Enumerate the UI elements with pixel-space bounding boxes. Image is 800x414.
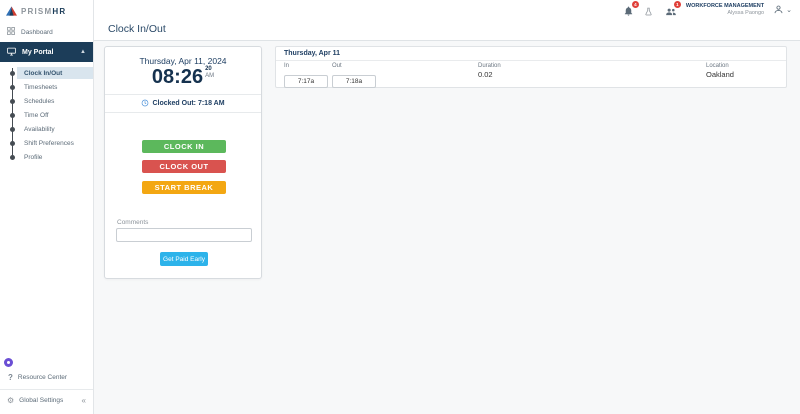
gear-icon: ⚙	[7, 396, 14, 405]
logo-text: PRISMHR	[21, 7, 66, 16]
user-menu-button[interactable]: ⌄	[773, 4, 792, 15]
question-mark-icon: ?	[8, 373, 13, 382]
global-settings-button[interactable]: ⚙ Global Settings «	[0, 390, 93, 410]
sidebar-item-my-portal[interactable]: My Portal ▲	[0, 42, 93, 62]
people-icon-button[interactable]: 1	[665, 4, 677, 16]
time-seconds: 20	[205, 66, 214, 73]
comments-input[interactable]	[116, 228, 252, 242]
app-window: PRISMHR Dashboard My Portal ▲ Clock In/O…	[0, 0, 800, 414]
tree-dot	[10, 113, 15, 118]
sidebar-item-time-off[interactable]: Time Off	[0, 108, 93, 122]
page-title: Clock In/Out	[108, 23, 166, 35]
monitor-icon	[7, 47, 16, 58]
duration-value: 0.02	[478, 70, 501, 79]
clock-status-text: Clocked Out: 7:18 AM	[152, 100, 224, 107]
resource-center-button[interactable]: ? Resource Center	[0, 370, 93, 384]
timesheet-panel: Thursday, Apr 11 In Out Duration 0.02 Lo…	[275, 46, 787, 88]
sidebar-item-availability[interactable]: Availability	[0, 122, 93, 136]
sidebar: PRISMHR Dashboard My Portal ▲ Clock In/O…	[0, 0, 94, 414]
in-time-input[interactable]	[284, 75, 328, 88]
sidebar-item-schedules[interactable]: Schedules	[0, 94, 93, 108]
prism-pyramid-icon	[6, 3, 17, 21]
timesheet-date-header: Thursday, Apr 11	[276, 47, 786, 61]
global-settings-label: Global Settings	[19, 397, 63, 404]
divider	[105, 94, 261, 95]
clock-out-button[interactable]: CLOCK OUT	[142, 160, 226, 173]
user-name: Alyssa Paongo	[686, 10, 764, 17]
sidebar-item-label: My Portal	[22, 49, 54, 56]
resource-center-label: Resource Center	[18, 374, 67, 381]
beacon-badge[interactable]	[4, 358, 13, 367]
clock-in-button[interactable]: CLOCK IN	[142, 140, 226, 153]
chevron-up-icon: ▲	[80, 49, 86, 55]
grid-icon	[7, 27, 15, 37]
start-break-button[interactable]: START BREAK	[142, 181, 226, 194]
location-value: Oakland	[706, 70, 734, 79]
header: 4 1 WORKFORCE MANAGEMENT Alyssa Paongo ⌄…	[94, 0, 800, 41]
prismhr-logo[interactable]: PRISMHR	[0, 0, 93, 22]
company-name: WORKFORCE MANAGEMENT	[686, 3, 764, 10]
in-label: In	[284, 63, 328, 69]
collapse-sidebar-icon[interactable]: «	[82, 396, 86, 405]
notification-badge: 4	[632, 1, 639, 8]
out-time-input[interactable]	[332, 75, 376, 88]
get-paid-early-button[interactable]: Get Paid Early	[160, 252, 208, 266]
clock-card-date: Thursday, Apr 11, 2024	[105, 56, 261, 66]
sidebar-item-profile[interactable]: Profile	[0, 150, 93, 164]
current-time: 08:2620AM	[105, 66, 261, 89]
topbar: 4 1 WORKFORCE MANAGEMENT Alyssa Paongo ⌄	[623, 2, 792, 17]
company-selector[interactable]: WORKFORCE MANAGEMENT Alyssa Paongo	[686, 3, 764, 16]
time-meridiem: AM	[205, 73, 214, 80]
notifications-bell-button[interactable]: 4	[623, 4, 635, 16]
duration-group: Duration 0.02	[478, 63, 501, 79]
location-label: Location	[706, 63, 734, 69]
main-content: Thursday, Apr 11, 2024 08:2620AM Clocked…	[94, 41, 800, 414]
location-group: Location Oakland	[706, 63, 734, 79]
duration-label: Duration	[478, 63, 501, 69]
people-badge: 1	[674, 1, 681, 8]
person-icon	[773, 4, 784, 15]
tree-dot	[10, 127, 15, 132]
out-label: Out	[332, 63, 376, 69]
tree-dot	[10, 155, 15, 160]
divider	[105, 112, 261, 113]
tree-dot	[10, 85, 15, 90]
out-time-group: Out	[332, 63, 376, 88]
timesheet-row: In Out Duration 0.02 Location Oakland	[276, 61, 786, 88]
sidebar-item-timesheets[interactable]: Timesheets	[0, 80, 93, 94]
clock-card: Thursday, Apr 11, 2024 08:2620AM Clocked…	[104, 46, 262, 279]
sidebar-footer: ? Resource Center ⚙ Global Settings «	[0, 358, 93, 414]
chevron-down-icon: ⌄	[786, 6, 792, 14]
clock-icon	[141, 99, 149, 107]
beaker-icon-button[interactable]	[644, 4, 656, 16]
tree-dot	[10, 71, 15, 76]
tree-dot	[10, 99, 15, 104]
clock-status: Clocked Out: 7:18 AM	[105, 99, 261, 107]
my-portal-subnav: Clock In/Out Timesheets Schedules Time O…	[0, 62, 93, 166]
comments-label: Comments	[117, 219, 148, 226]
sidebar-item-dashboard[interactable]: Dashboard	[0, 22, 93, 42]
tree-dot	[10, 141, 15, 146]
sidebar-item-clock-in-out[interactable]: Clock In/Out	[0, 66, 93, 80]
sidebar-item-shift-preferences[interactable]: Shift Preferences	[0, 136, 93, 150]
in-time-group: In	[284, 63, 328, 88]
sidebar-item-label: Dashboard	[21, 29, 53, 36]
